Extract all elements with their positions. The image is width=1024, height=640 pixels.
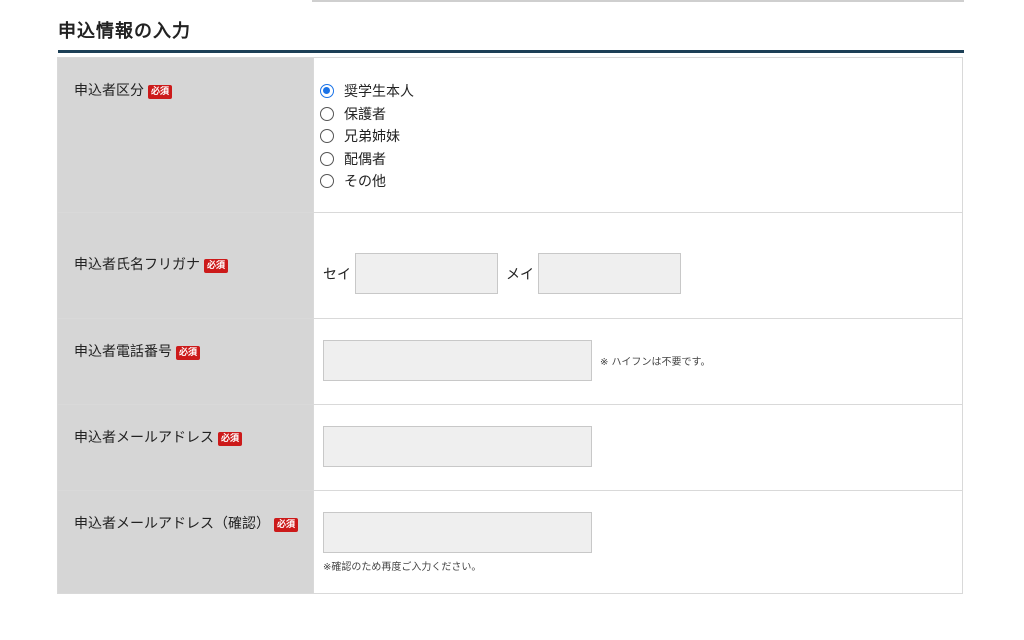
radio-label-guardian: 保護者 [344,106,386,123]
applicant-type-row: 申込者区分 必須 奨学生本人 保護者 兄弟姉妹 配偶者 その他 [57,57,963,213]
radio-option-other[interactable]: その他 [320,170,962,193]
email-field-cell [313,404,963,491]
email-input[interactable] [323,426,592,467]
applicant-type-label: 申込者区分 [74,83,144,99]
radio-option-spouse[interactable]: 配偶者 [320,148,962,171]
radio-button-other[interactable] [320,174,334,189]
applicant-type-label-cell: 申込者区分 必須 [57,57,314,213]
required-badge: 必須 [204,259,229,273]
email-confirm-field-cell: ※確認のため再度ご入力ください。 [313,490,963,594]
phone-label-cell: 申込者電話番号 必須 [57,318,314,405]
radio-button-student[interactable] [320,84,334,99]
radio-label-sibling: 兄弟姉妹 [344,129,400,146]
radio-label-spouse: 配偶者 [344,151,386,168]
radio-option-guardian[interactable]: 保護者 [320,103,962,126]
phone-label: 申込者電話番号 [74,344,172,360]
furigana-label-cell: 申込者氏名フリガナ 必須 [57,212,314,319]
furigana-field-cell: セイ メイ [313,212,963,319]
phone-field-cell: ※ ハイフンは不要です。 [313,318,963,405]
application-form-table: 申込者区分 必須 奨学生本人 保護者 兄弟姉妹 配偶者 その他 申込者氏名フリガ… [57,57,963,594]
radio-option-sibling[interactable]: 兄弟姉妹 [320,125,962,148]
radio-button-guardian[interactable] [320,106,334,121]
radio-button-spouse[interactable] [320,151,334,166]
email-confirm-input[interactable] [323,512,592,553]
phone-note: ※ ハイフンは不要です。 [600,357,711,368]
phone-input[interactable] [323,340,592,381]
email-confirm-note: ※確認のため再度ご入力ください。 [323,562,482,573]
sei-input[interactable] [355,253,498,294]
required-badge: 必須 [218,432,243,446]
required-badge: 必須 [176,346,201,360]
email-label: 申込者メールアドレス [74,430,214,446]
section-title: 申込情報の入力 [58,21,191,42]
furigana-label: 申込者氏名フリガナ [74,257,200,273]
email-row: 申込者メールアドレス 必須 [57,404,963,491]
furigana-row: 申込者氏名フリガナ 必須 セイ メイ [57,212,963,319]
applicant-type-field-cell: 奨学生本人 保護者 兄弟姉妹 配偶者 その他 [313,57,963,213]
mei-label: メイ [506,266,534,283]
sei-label: セイ [323,266,351,283]
email-label-cell: 申込者メールアドレス 必須 [57,404,314,491]
applicant-type-radio-group: 奨学生本人 保護者 兄弟姉妹 配偶者 その他 [314,58,962,193]
email-confirm-label-cell: 申込者メールアドレス（確認） 必須 [57,490,314,594]
email-confirm-label: 申込者メールアドレス（確認） [74,516,270,532]
required-badge: 必須 [148,85,173,99]
radio-label-student: 奨学生本人 [344,84,414,101]
radio-button-sibling[interactable] [320,129,334,144]
mei-input[interactable] [538,253,681,294]
radio-label-other: その他 [344,174,386,191]
radio-option-student[interactable]: 奨学生本人 [320,80,962,103]
email-confirm-row: 申込者メールアドレス（確認） 必須 ※確認のため再度ご入力ください。 [57,490,963,594]
top-divider [312,0,964,2]
required-badge: 必須 [274,518,299,532]
section-heading: 申込情報の入力 [58,18,964,53]
phone-row: 申込者電話番号 必須 ※ ハイフンは不要です。 [57,318,963,405]
